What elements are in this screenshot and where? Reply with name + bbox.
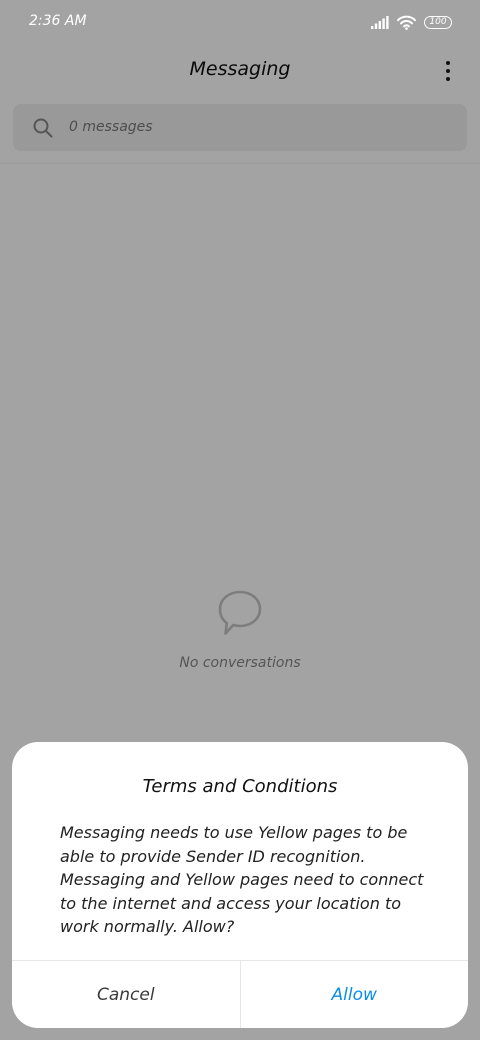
- messaging-screen: 2:36 AM 100 Messaging 0 messages No conv…: [0, 0, 480, 1040]
- terms-dialog: Terms and Conditions Messaging needs to …: [12, 742, 468, 1028]
- more-vertical-icon: [446, 61, 450, 65]
- header-divider: [0, 163, 480, 164]
- status-time: 2:36 AM: [29, 13, 87, 29]
- app-bar: Messaging: [0, 44, 480, 96]
- dialog-message: Messaging needs to use Yellow pages to b…: [60, 823, 424, 936]
- cancel-button[interactable]: Cancel: [12, 961, 241, 1028]
- dialog-title: Terms and Conditions: [142, 776, 338, 797]
- battery-icon: 100: [424, 15, 452, 29]
- wifi-icon: [397, 15, 416, 30]
- search-placeholder: 0 messages: [69, 119, 153, 135]
- chat-bubble-icon: [218, 590, 262, 635]
- status-icons: 100: [371, 12, 452, 32]
- signal-icon: [371, 15, 389, 29]
- battery-level: 100: [429, 16, 447, 27]
- more-options-button[interactable]: [440, 56, 456, 86]
- status-bar: 2:36 AM 100: [0, 0, 480, 44]
- empty-state: No conversations: [0, 588, 480, 671]
- page-title: Messaging: [189, 58, 291, 80]
- search-input[interactable]: 0 messages: [13, 104, 467, 151]
- allow-button[interactable]: Allow: [241, 961, 469, 1028]
- dialog-buttons: Cancel Allow: [12, 960, 468, 1028]
- search-icon: [33, 118, 53, 138]
- empty-state-text: No conversations: [179, 655, 301, 671]
